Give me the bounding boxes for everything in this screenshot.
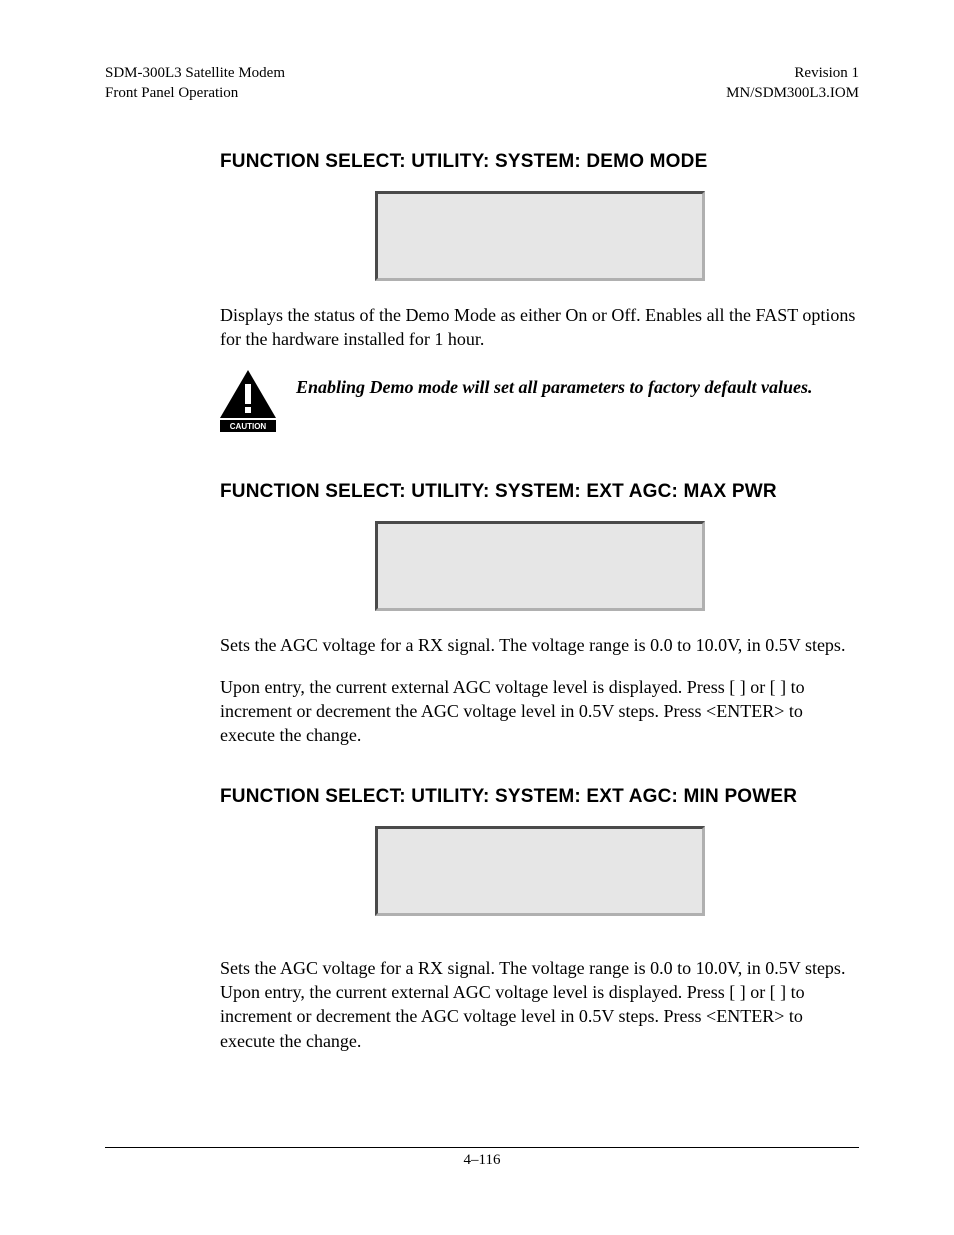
- lcd-display-placeholder: [375, 521, 705, 611]
- section-heading-min-power: FUNCTION SELECT: UTILITY: SYSTEM: EXT AG…: [220, 786, 859, 808]
- header-docid: MN/SDM300L3.IOM: [726, 84, 859, 104]
- body-text: Upon entry, the current external AGC vol…: [220, 675, 859, 748]
- page-number: 4–116: [464, 1152, 501, 1168]
- page-footer: 4–116: [105, 1147, 859, 1169]
- svg-text:CAUTION: CAUTION: [230, 422, 267, 431]
- header-product: SDM-300L3 Satellite Modem: [105, 64, 285, 84]
- caution-text: Enabling Demo mode will set all paramete…: [296, 370, 812, 399]
- lcd-display-placeholder: [375, 191, 705, 281]
- section-heading-max-pwr: FUNCTION SELECT: UTILITY: SYSTEM: EXT AG…: [220, 481, 859, 503]
- header-revision: Revision 1: [726, 64, 859, 84]
- lcd-display-placeholder: [375, 826, 705, 916]
- body-text: Sets the AGC voltage for a RX signal. Th…: [220, 956, 859, 1053]
- section-heading-demo-mode: FUNCTION SELECT: UTILITY: SYSTEM: DEMO M…: [220, 151, 859, 173]
- header-section: Front Panel Operation: [105, 84, 285, 104]
- caution-icon: CAUTION: [220, 370, 276, 437]
- page-header: SDM-300L3 Satellite Modem Front Panel Op…: [105, 64, 859, 103]
- body-text: Sets the AGC voltage for a RX signal. Th…: [220, 633, 859, 657]
- body-text: Displays the status of the Demo Mode as …: [220, 303, 859, 352]
